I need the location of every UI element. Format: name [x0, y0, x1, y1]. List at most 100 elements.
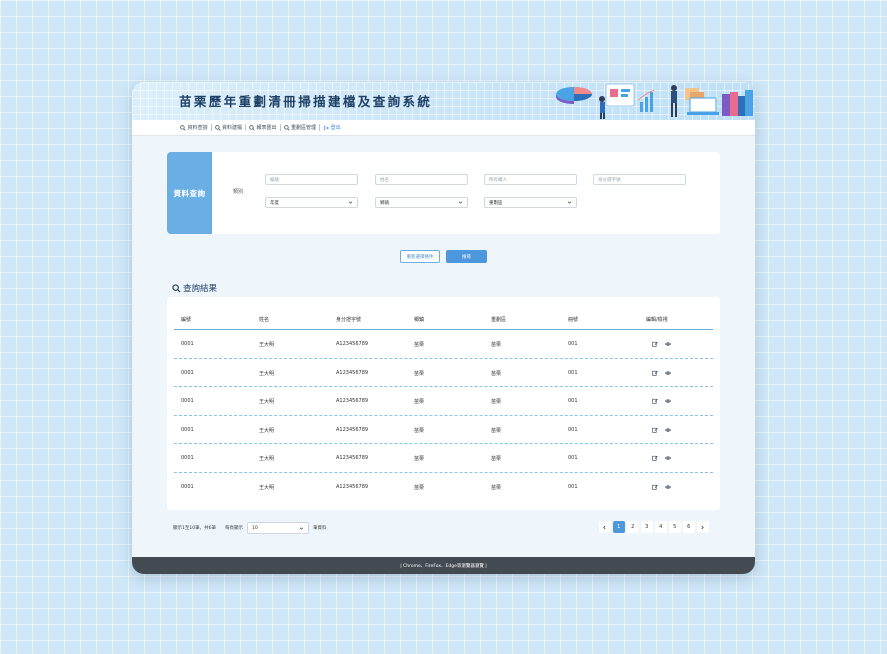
edit-button[interactable]	[650, 339, 660, 349]
app-title: 苗栗歷年重劃清冊掃描建檔及查詢系統	[179, 94, 433, 109]
cell-town: 苗栗	[414, 399, 425, 405]
cell-zone: 苗栗	[491, 484, 502, 491]
cell-id-number: A123456789	[336, 341, 369, 347]
column-header: 編號	[181, 317, 192, 323]
table-row: 0001 王大明 A123456789 苗栗 苗栗 001	[174, 359, 713, 387]
prev-page-button[interactable]	[599, 521, 611, 533]
edit-button[interactable]	[650, 396, 660, 406]
edit-icon	[652, 398, 658, 404]
cell-id: 0001	[181, 341, 194, 347]
zone-select[interactable]: 重劃區	[484, 197, 577, 208]
table-row: 0001 王大明 A123456789 苗栗 苗栗 001	[174, 387, 713, 416]
chevron-left-icon	[603, 525, 606, 529]
edit-icon	[652, 370, 658, 376]
per-page-unit: 筆資料	[312, 526, 327, 531]
page-button-3[interactable]: 3	[641, 521, 653, 533]
town-select-value: 鄉鎮	[380, 200, 389, 206]
nav-zone-management[interactable]: 重劃區管理	[281, 124, 320, 131]
edit-button[interactable]	[650, 453, 660, 463]
nav-data-query[interactable]: 資料查詢	[177, 124, 211, 131]
cell-id: 0001	[181, 398, 194, 404]
row-actions	[650, 368, 673, 378]
nav-data-entry[interactable]: 資料建檔	[212, 124, 246, 131]
page-button-5[interactable]: 5	[669, 521, 681, 533]
id-input[interactable]: 編號	[265, 174, 358, 185]
nav-report-export[interactable]: 報表匯出	[246, 124, 280, 131]
nav-logout[interactable]: 登出	[320, 124, 344, 131]
edit-button[interactable]	[650, 482, 660, 492]
chevron-right-icon	[701, 525, 704, 529]
next-page-button[interactable]	[697, 521, 709, 533]
per-page-select[interactable]: 10	[246, 522, 309, 534]
app-window: 苗栗歷年重劃清冊掃描建檔及查詢系統 資料查詢 資料建檔 報表匯出 重劃區管理 登…	[132, 82, 755, 574]
chevron-down-icon	[567, 201, 572, 204]
owner-input[interactable]: 所有權人	[484, 174, 577, 185]
eye-icon	[665, 484, 671, 489]
nav-label: 資料建檔	[222, 125, 243, 131]
pagination: 1 2 3 4 5 6	[599, 521, 709, 533]
town-select[interactable]: 鄉鎮	[375, 197, 468, 208]
search-button[interactable]: 搜尋	[446, 250, 487, 263]
cell-id-number: A123456789	[336, 369, 369, 376]
eye-icon	[665, 399, 671, 403]
cell-town: 苗栗	[414, 456, 425, 462]
nav-label: 登出	[330, 125, 341, 131]
edit-icon	[652, 484, 658, 490]
row-actions	[650, 339, 673, 349]
cell-zone: 苗栗	[491, 399, 502, 405]
chevron-down-icon	[348, 201, 353, 204]
view-button[interactable]	[663, 396, 673, 406]
cell-name: 王大明	[259, 399, 275, 405]
row-actions	[650, 453, 673, 463]
column-header: 重劃區	[491, 317, 507, 323]
cell-id-number: A123456789	[336, 398, 369, 404]
column-header: 冊號	[568, 317, 579, 323]
table-row: 0001 王大明 A123456789 苗栗 苗栗 001	[174, 444, 713, 473]
cell-name: 王大明	[259, 427, 275, 434]
page-button-1[interactable]: 1	[613, 521, 625, 533]
results-summary: 顯示1至10筆，共6筆	[173, 526, 216, 531]
header-banner: 苗栗歷年重劃清冊掃描建檔及查詢系統	[132, 82, 755, 120]
eye-icon	[665, 342, 671, 346]
browser-support-footer: | Chrome、FireFox、Edge等瀏覽器瀏覽 |	[132, 557, 755, 574]
cell-id-number: A123456789	[336, 455, 369, 461]
cell-book: 001	[568, 369, 578, 376]
cell-name: 王大明	[259, 342, 275, 348]
view-button[interactable]	[663, 425, 673, 435]
cell-id-number: A123456789	[336, 426, 369, 433]
page-button-2[interactable]: 2	[627, 521, 639, 533]
edit-button[interactable]	[650, 368, 660, 378]
cell-name: 王大明	[259, 456, 275, 462]
reset-button[interactable]: 重新選擇條件	[400, 250, 440, 263]
table-row: 0001 王大明 A123456789 苗栗 苗栗 001	[174, 416, 713, 444]
column-header: 編輯/檢視	[646, 317, 668, 323]
column-header: 鄉鎮	[414, 317, 425, 323]
id-number-input[interactable]: 身分證字號	[593, 174, 686, 185]
edit-icon	[652, 341, 658, 347]
table-header: 編號 姓名 身分證字號 鄉鎮 重劃區 冊號 編輯/檢視	[174, 313, 713, 330]
view-button[interactable]	[663, 482, 673, 492]
cell-book: 001	[568, 426, 578, 433]
name-input[interactable]: 姓名	[375, 174, 468, 185]
cell-id: 0001	[181, 426, 194, 433]
cell-zone: 苗栗	[491, 370, 502, 377]
cell-zone: 苗栗	[491, 342, 502, 348]
page-button-6[interactable]: 6	[683, 521, 695, 533]
view-button[interactable]	[663, 453, 673, 463]
per-page-label: 每頁顯示	[224, 526, 243, 531]
year-select[interactable]: 年度	[265, 197, 358, 208]
pagination-info: 顯示1至10筆，共6筆 每頁顯示 10 筆資料	[173, 522, 326, 534]
cell-book: 001	[568, 483, 578, 490]
page-button-4[interactable]: 4	[655, 521, 667, 533]
edit-button[interactable]	[650, 425, 660, 435]
chevron-down-icon	[299, 527, 304, 530]
cell-town: 苗栗	[414, 484, 425, 491]
banner-illustration	[556, 83, 753, 119]
cell-zone: 苗栗	[491, 456, 502, 462]
search-icon	[172, 283, 181, 293]
view-button[interactable]	[663, 339, 673, 349]
view-button[interactable]	[663, 368, 673, 378]
search-icon	[249, 124, 255, 131]
column-header: 身分證字號	[336, 317, 362, 323]
cell-book: 001	[568, 341, 578, 347]
